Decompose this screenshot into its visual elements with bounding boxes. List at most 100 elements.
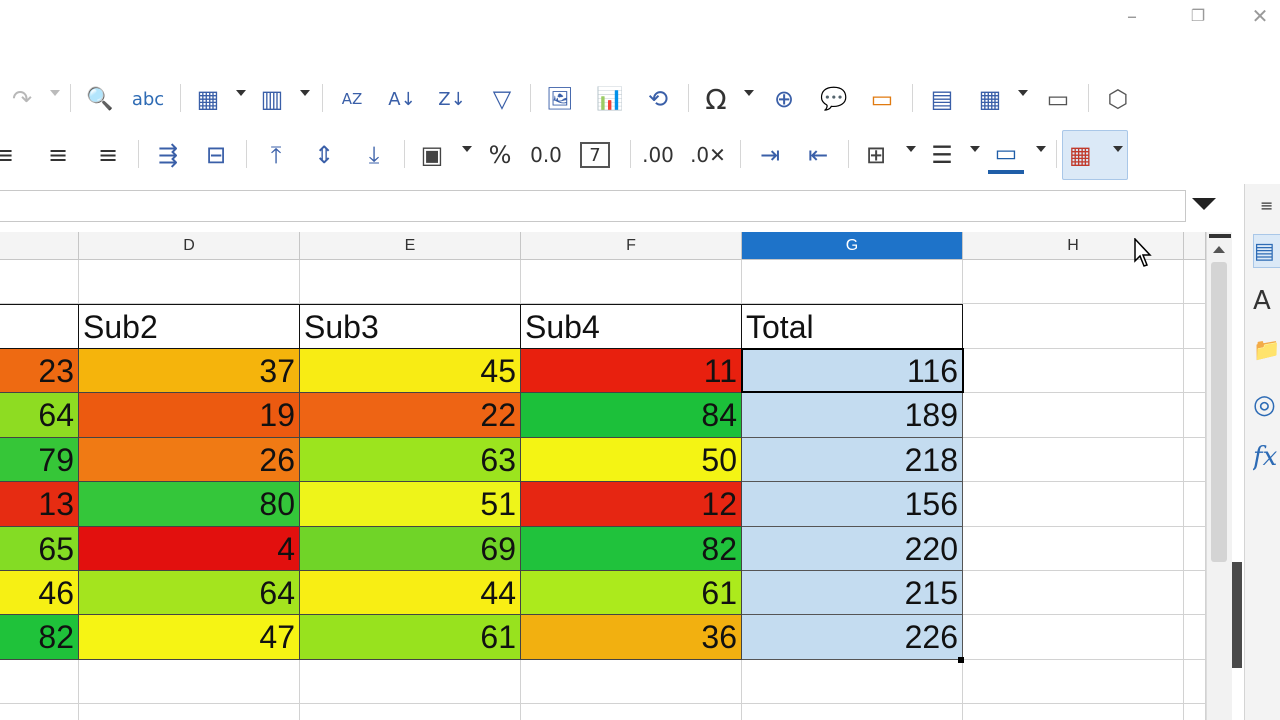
scroll-up-icon[interactable] [1213, 246, 1225, 253]
cell[interactable] [79, 704, 300, 720]
score-cell[interactable]: 69 [300, 526, 521, 571]
minimize-button[interactable]: – [1112, 2, 1152, 30]
cell[interactable] [0, 704, 79, 720]
redo-icon[interactable]: ↷ [4, 80, 40, 118]
split-window-icon[interactable]: ▭ [1040, 80, 1076, 118]
column-header-c[interactable] [0, 232, 79, 260]
score-cell[interactable]: 84 [521, 393, 742, 438]
styles-icon[interactable]: A [1253, 284, 1280, 318]
headers-footers-icon[interactable]: ▭ [864, 80, 900, 118]
cell[interactable] [1184, 349, 1206, 394]
align-bottom-icon[interactable]: ⤓ [356, 136, 392, 174]
sidebar-toggle-handle[interactable] [1232, 562, 1242, 668]
align-center-icon[interactable]: ≡ [40, 136, 76, 174]
cell[interactable] [963, 349, 1184, 394]
cell[interactable] [79, 660, 300, 704]
row-icon[interactable]: ▦ [190, 80, 226, 118]
header-cell-sub2[interactable]: Sub2 [79, 304, 300, 349]
column-dropdown[interactable] [300, 90, 310, 96]
align-right-icon[interactable]: ≡ [90, 136, 126, 174]
cell[interactable] [963, 660, 1184, 704]
insert-image-icon[interactable]: 🖼 [542, 80, 578, 118]
currency-dropdown[interactable] [462, 146, 472, 152]
score-cell[interactable]: 82 [0, 615, 79, 660]
cell[interactable] [1184, 571, 1206, 616]
column-header-f[interactable]: F [521, 232, 742, 260]
cell[interactable] [742, 704, 963, 720]
column-header-g[interactable]: G [742, 232, 963, 260]
sort-icon[interactable]: AZ [334, 80, 370, 118]
header-cell-sub3[interactable]: Sub3 [300, 304, 521, 349]
total-cell[interactable]: 220 [742, 526, 963, 571]
special-character-dropdown[interactable] [744, 90, 754, 96]
header-cell-sub4[interactable]: Sub4 [521, 304, 742, 349]
properties-icon[interactable]: ▤ [1253, 234, 1280, 268]
cell[interactable] [1184, 304, 1206, 349]
score-cell[interactable]: 50 [521, 437, 742, 483]
total-cell[interactable]: 189 [742, 393, 963, 438]
header-cell-total[interactable]: Total [742, 304, 963, 349]
cell[interactable] [0, 660, 79, 704]
conditional-format-icon[interactable]: ▦ [1062, 130, 1128, 180]
spreadsheet-grid[interactable]: D E F G H Sub2 Sub3 Sub4 Total 23 37 45 11 1… [0, 232, 1206, 720]
cell[interactable] [963, 704, 1184, 720]
cell[interactable] [963, 393, 1184, 438]
border-color-dropdown[interactable] [1036, 146, 1046, 152]
score-cell[interactable]: 46 [0, 571, 79, 616]
spelling-icon[interactable]: abc [130, 80, 166, 118]
autofilter-icon[interactable]: ▽ [484, 80, 520, 118]
merge-center-icon[interactable]: ⊟ [198, 136, 234, 174]
align-middle-icon[interactable]: ⇕ [306, 136, 342, 174]
score-cell[interactable]: 64 [0, 393, 79, 438]
add-decimal-icon[interactable]: .00 [640, 136, 676, 174]
delete-decimal-icon[interactable]: .0✕ [690, 136, 726, 174]
cell[interactable] [1184, 482, 1206, 527]
score-cell[interactable]: 44 [300, 571, 521, 616]
redo-dropdown[interactable] [50, 90, 60, 96]
freeze-rows-columns-icon[interactable]: ▦ [972, 80, 1008, 118]
score-cell[interactable]: 12 [521, 482, 742, 527]
cell[interactable] [300, 704, 521, 720]
score-cell[interactable]: 82 [521, 526, 742, 571]
score-cell[interactable]: 45 [300, 349, 521, 394]
border-style-dropdown[interactable] [970, 146, 980, 152]
score-cell[interactable]: 65 [0, 526, 79, 571]
cell[interactable] [1184, 393, 1206, 438]
column-header-e[interactable]: E [300, 232, 521, 260]
increase-indent-icon[interactable]: ⇥ [752, 136, 788, 174]
align-left-icon[interactable]: ≡ [0, 136, 22, 174]
cell[interactable] [963, 304, 1184, 349]
cell[interactable] [0, 260, 79, 304]
score-cell[interactable]: 22 [300, 393, 521, 438]
navigator-icon[interactable]: ◎ [1253, 388, 1280, 422]
cell[interactable] [300, 660, 521, 704]
cell[interactable] [1184, 660, 1206, 704]
sort-ascending-icon[interactable]: A↓ [384, 80, 420, 118]
score-cell[interactable]: 79 [0, 437, 79, 483]
header-cell-sub1[interactable] [0, 304, 79, 349]
total-cell[interactable]: 226 [742, 615, 963, 660]
cell[interactable] [521, 704, 742, 720]
find-replace-icon[interactable]: 🔍 [82, 80, 118, 118]
border-style-icon[interactable]: ☰ [924, 136, 960, 174]
column-header-i[interactable] [1184, 232, 1206, 260]
cell[interactable] [1184, 437, 1206, 483]
borders-icon[interactable]: ⊞ [858, 136, 894, 174]
score-cell[interactable]: 26 [79, 437, 300, 483]
insert-chart-icon[interactable]: 📊 [592, 80, 628, 118]
score-cell[interactable]: 37 [79, 349, 300, 394]
total-cell[interactable]: 218 [742, 437, 963, 483]
column-icon[interactable]: ▥ [254, 80, 290, 118]
currency-format-icon[interactable]: ▣ [414, 136, 450, 174]
number-format-icon[interactable]: 0.0 [528, 136, 564, 174]
decrease-indent-icon[interactable]: ⇤ [800, 136, 836, 174]
score-cell[interactable]: 36 [521, 615, 742, 660]
scroll-thumb[interactable] [1211, 262, 1227, 562]
vertical-scrollbar[interactable] [1206, 232, 1232, 720]
expand-formula-bar-icon[interactable] [1192, 198, 1216, 210]
score-cell[interactable]: 4 [79, 526, 300, 571]
score-cell[interactable]: 23 [0, 349, 79, 394]
date-format-icon[interactable]: 7 [580, 142, 610, 168]
gallery-icon[interactable]: 📁 [1253, 334, 1280, 368]
cell[interactable] [79, 260, 300, 304]
